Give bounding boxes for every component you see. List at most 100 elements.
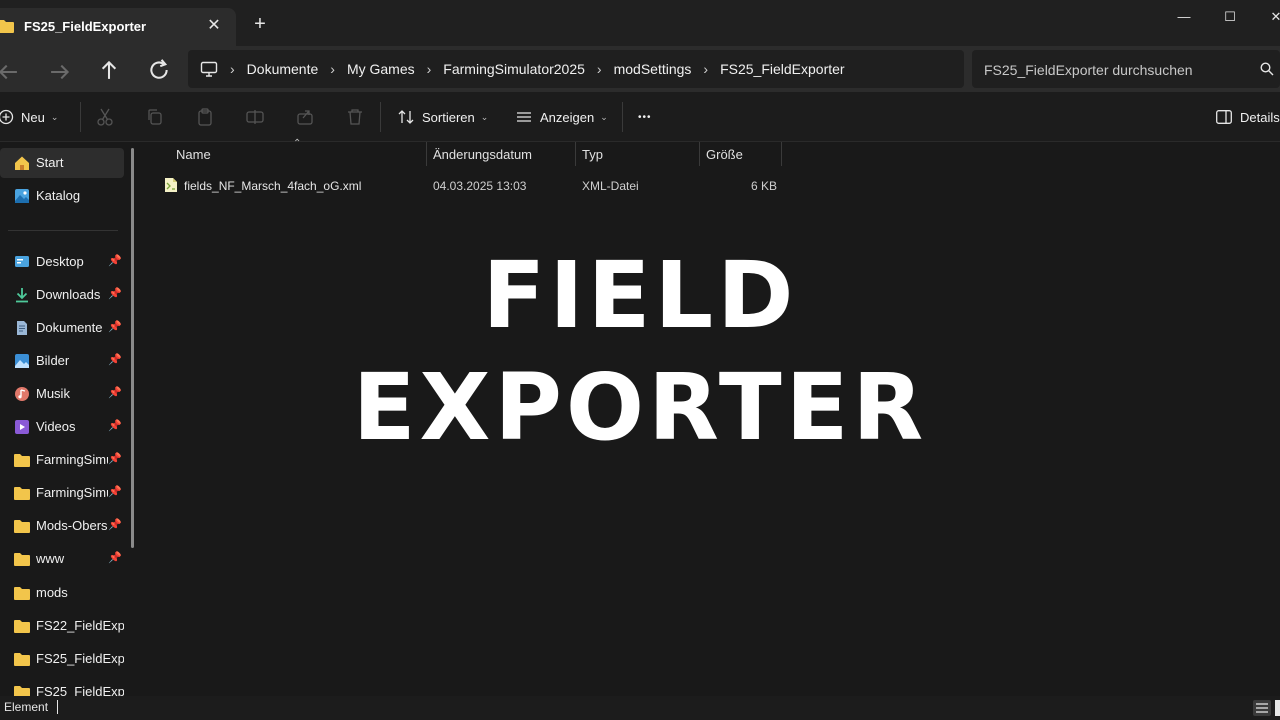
sidebar-item-dokumente[interactable]: Dokumente 📌 bbox=[0, 313, 124, 343]
download-icon bbox=[16, 288, 28, 303]
status-bar: Element bbox=[0, 696, 1280, 720]
sidebar-item-label: Dokumente bbox=[36, 320, 103, 335]
sidebar-item-fs25-fieldexporter-2[interactable]: FS25_FieldExporter bbox=[0, 677, 124, 696]
sidebar-item-fs22-fieldexporter[interactable]: FS22_FieldExporter bbox=[0, 611, 124, 641]
breadcrumb-dokumente[interactable]: Dokumente bbox=[247, 61, 319, 77]
title-bar: FS25_FieldExporter ✕ + — ☐ ✕ bbox=[0, 0, 1280, 46]
refresh-icon[interactable] bbox=[145, 56, 173, 84]
sidebar-item-label: Katalog bbox=[36, 188, 81, 203]
file-type: XML-Datei bbox=[582, 179, 639, 193]
column-divider[interactable] bbox=[781, 142, 782, 166]
tiles-view-icon[interactable] bbox=[1274, 698, 1280, 718]
close-window-button[interactable]: ✕ bbox=[1256, 6, 1280, 28]
pin-icon[interactable]: 📌 bbox=[108, 452, 122, 465]
rename-icon[interactable] bbox=[244, 106, 266, 128]
status-text: Element bbox=[4, 700, 49, 714]
sidebar-item-fs25-fieldexporter[interactable]: FS25_FieldExporter bbox=[0, 644, 124, 674]
column-header-size[interactable]: Größe bbox=[706, 147, 743, 162]
file-size: 6 KB bbox=[751, 179, 778, 193]
pin-icon[interactable]: 📌 bbox=[108, 254, 122, 267]
details-button[interactable]: Details bbox=[1216, 106, 1280, 128]
view-label: Anzeigen bbox=[540, 109, 595, 125]
folder-icon bbox=[14, 620, 30, 633]
pin-icon[interactable]: 📌 bbox=[108, 485, 122, 498]
delete-icon[interactable] bbox=[344, 106, 366, 128]
sidebar-item-musik[interactable]: Musik 📌 bbox=[0, 379, 124, 409]
column-divider[interactable] bbox=[699, 142, 700, 166]
sidebar-item-bilder[interactable]: Bilder 📌 bbox=[0, 346, 124, 376]
chevron-down-icon: ⌄ bbox=[480, 111, 489, 122]
sidebar-item-farmingsimulator2022[interactable]: FarmingSimulator2022 📌 bbox=[0, 478, 124, 508]
back-arrow-icon[interactable] bbox=[0, 58, 22, 86]
column-header-type[interactable]: Typ bbox=[582, 147, 603, 162]
sidebar-item-desktop[interactable]: Desktop 📌 bbox=[0, 247, 124, 277]
breadcrumb-modsettings[interactable]: modSettings bbox=[614, 61, 692, 77]
sidebar-scrollbar[interactable] bbox=[131, 148, 134, 548]
pin-icon[interactable]: 📌 bbox=[108, 320, 122, 333]
breadcrumb-separator[interactable]: › bbox=[330, 61, 335, 77]
pin-icon[interactable]: 📌 bbox=[108, 419, 122, 432]
tab-fs25-fieldexporter[interactable]: FS25_FieldExporter ✕ bbox=[0, 8, 236, 46]
sidebar-item-label: FS22_FieldExporter bbox=[36, 618, 124, 633]
maximize-button[interactable]: ☐ bbox=[1210, 6, 1250, 28]
divider bbox=[380, 102, 381, 132]
pin-icon[interactable]: 📌 bbox=[108, 551, 122, 564]
sidebar-item-www[interactable]: www 📌 bbox=[0, 544, 124, 574]
document-icon bbox=[17, 321, 27, 335]
sidebar-item-videos[interactable]: Videos 📌 bbox=[0, 412, 124, 442]
share-icon[interactable] bbox=[294, 106, 316, 128]
sidebar-item-mods-oberseite[interactable]: Mods-Oberseite 📌 bbox=[0, 511, 124, 541]
breadcrumb-farmingsimulator2025[interactable]: FarmingSimulator2025 bbox=[443, 61, 585, 77]
sidebar-item-label: Desktop bbox=[36, 254, 84, 269]
breadcrumb[interactable]: › Dokumente › My Games › FarmingSimulato… bbox=[188, 50, 964, 88]
sort-button[interactable]: Sortieren ⌄ bbox=[398, 106, 488, 128]
folder-icon bbox=[14, 520, 30, 533]
chevron-down-icon: ⌄ bbox=[600, 111, 608, 122]
new-tab-button[interactable]: + bbox=[250, 14, 270, 35]
breadcrumb-fs25-fieldexporter[interactable]: FS25_FieldExporter bbox=[720, 61, 845, 77]
sidebar-item-label: mods bbox=[36, 585, 68, 600]
breadcrumb-separator[interactable]: › bbox=[427, 61, 432, 77]
search-icon[interactable] bbox=[1260, 62, 1274, 76]
sort-ascending-icon: ⌃ bbox=[293, 138, 302, 149]
file-date: 04.03.2025 13:03 bbox=[433, 179, 527, 193]
search-input[interactable]: FS25_FieldExporter durchsuchen bbox=[972, 50, 1280, 88]
forward-arrow-icon[interactable] bbox=[46, 58, 74, 86]
sort-icon bbox=[398, 110, 414, 124]
sidebar-item-label: FS25_FieldExporter bbox=[36, 651, 124, 666]
details-view-icon[interactable] bbox=[1252, 698, 1272, 718]
new-button[interactable]: Neu ⌄ bbox=[0, 106, 58, 128]
pictures-icon bbox=[15, 354, 29, 368]
pin-icon[interactable]: 📌 bbox=[108, 386, 122, 399]
cut-icon[interactable] bbox=[94, 106, 116, 128]
paste-icon[interactable] bbox=[194, 106, 216, 128]
minimize-button[interactable]: — bbox=[1164, 6, 1204, 28]
column-header-date[interactable]: Änderungsdatum bbox=[433, 147, 532, 162]
sidebar-item-downloads[interactable]: Downloads 📌 bbox=[0, 280, 124, 310]
sidebar-item-start[interactable]: Start bbox=[0, 148, 124, 178]
sidebar-item-farmingsimulator2025[interactable]: FarmingSimulator2025 📌 bbox=[0, 445, 124, 475]
pin-icon[interactable]: 📌 bbox=[108, 287, 122, 300]
table-row[interactable]: fields_NF_Marsch_4fach_oG.xml 04.03.2025… bbox=[159, 174, 779, 198]
video-icon bbox=[15, 420, 29, 434]
column-header-name[interactable]: Name bbox=[176, 147, 211, 162]
pin-icon[interactable]: 📌 bbox=[108, 353, 122, 366]
up-arrow-icon[interactable] bbox=[95, 56, 123, 84]
column-divider[interactable] bbox=[575, 142, 576, 166]
breadcrumb-separator[interactable]: › bbox=[230, 61, 235, 77]
column-divider[interactable] bbox=[426, 142, 427, 166]
sidebar-item-label: Musik bbox=[36, 386, 70, 401]
close-tab-button[interactable]: ✕ bbox=[204, 16, 224, 36]
view-button[interactable]: Anzeigen ⌄ bbox=[516, 106, 608, 128]
more-options-button[interactable]: ••• bbox=[638, 106, 652, 128]
breadcrumb-separator[interactable]: › bbox=[703, 61, 708, 77]
folder-icon bbox=[14, 553, 30, 566]
sidebar-item-mods[interactable]: mods bbox=[0, 578, 124, 608]
pin-icon[interactable]: 📌 bbox=[108, 518, 122, 531]
copy-icon[interactable] bbox=[144, 106, 166, 128]
computer-icon[interactable] bbox=[200, 61, 218, 77]
breadcrumb-my-games[interactable]: My Games bbox=[347, 61, 415, 77]
breadcrumb-separator[interactable]: › bbox=[597, 61, 602, 77]
sidebar-item-katalog[interactable]: Katalog bbox=[0, 181, 124, 211]
divider bbox=[80, 102, 81, 132]
